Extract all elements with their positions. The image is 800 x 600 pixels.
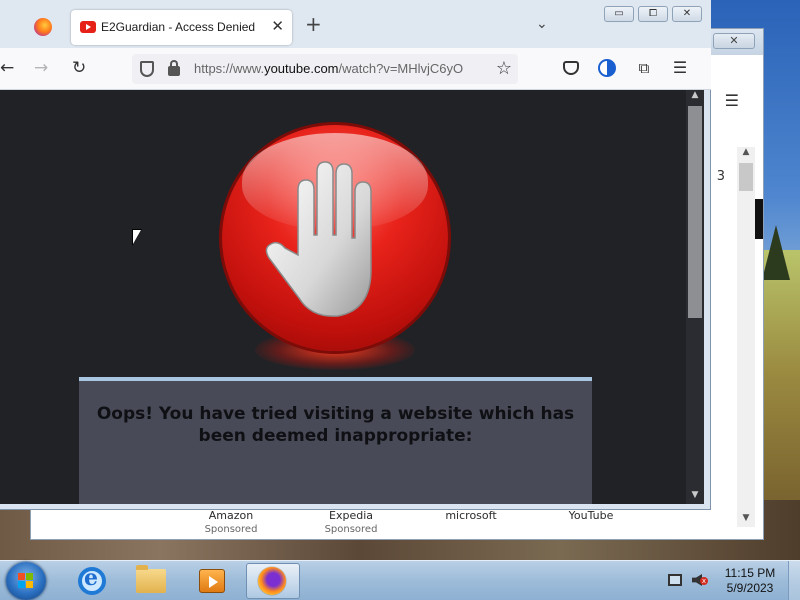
- lock-icon[interactable]: [168, 60, 180, 76]
- start-button[interactable]: [6, 562, 46, 600]
- mouse-cursor-icon: [133, 230, 141, 244]
- shortcut-sponsored: Sponsored: [324, 524, 378, 535]
- url-domain: youtube.com: [264, 61, 339, 76]
- extensions-puzzle-icon[interactable]: ⧉: [635, 59, 653, 77]
- shortcut-expedia[interactable]: Expedia Sponsored: [291, 509, 411, 537]
- contrast-extension-icon[interactable]: [598, 59, 616, 77]
- wallpaper-tree: [762, 225, 790, 280]
- background-menu-icon[interactable]: ☰: [725, 91, 739, 110]
- hamburger-menu-icon[interactable]: ☰: [671, 59, 689, 77]
- shortcut-microsoft[interactable]: microsoft: [411, 509, 531, 523]
- tab-access-denied[interactable]: E2Guardian - Access Denied ✕: [71, 10, 292, 45]
- clock-date: 5/9/2023: [726, 581, 774, 595]
- shortcut-youtube[interactable]: YouTube: [531, 509, 651, 523]
- shortcut-amazon[interactable]: Amazon Sponsored: [171, 509, 291, 537]
- shortcut-label: Amazon: [208, 509, 254, 522]
- shortcut-sponsored: Sponsored: [204, 524, 258, 535]
- shortcut-tiles: Amazon Sponsored Expedia Sponsored micro…: [171, 509, 631, 539]
- url-prefix: https://www.: [194, 61, 265, 76]
- stop-hand-icon: [265, 161, 372, 317]
- reload-button[interactable]: ↻: [72, 58, 86, 78]
- scroll-down-arrow-icon[interactable]: ▼: [686, 490, 704, 504]
- tracking-protection-shield-icon[interactable]: [140, 61, 154, 77]
- back-button[interactable]: ←: [0, 58, 14, 78]
- system-clock[interactable]: 11:15 PM 5/9/2023: [716, 566, 784, 596]
- url-text[interactable]: https://www.youtube.com/watch?v=MHlvjC6y…: [194, 61, 486, 76]
- forward-button[interactable]: →: [34, 58, 48, 78]
- background-scrollbar-thumb[interactable]: [739, 163, 753, 191]
- firefox-view-icon[interactable]: [34, 18, 52, 36]
- address-bar[interactable]: https://www.youtube.com/watch?v=MHlvjC6y…: [132, 54, 518, 84]
- window-controls: ▭ ⧠ ✕: [604, 6, 704, 24]
- page-scrollbar[interactable]: ▲ ▼: [686, 90, 704, 504]
- internet-explorer-icon[interactable]: [78, 565, 106, 595]
- windows-logo-icon: [18, 573, 34, 589]
- youtube-favicon-icon: [80, 21, 96, 33]
- network-icon[interactable]: [668, 574, 682, 586]
- tab-title: E2Guardian - Access Denied: [101, 20, 256, 34]
- pocket-icon[interactable]: [563, 61, 579, 75]
- navigation-toolbar: ← → ↻ https://www.youtube.com/watch?v=MH…: [0, 48, 711, 90]
- show-desktop-button[interactable]: [788, 561, 800, 600]
- url-path: /watch?v=MHlvjC6yO: [338, 61, 464, 76]
- background-scrollbar[interactable]: ▲ ▼: [737, 147, 755, 527]
- firefox-icon[interactable]: [258, 567, 286, 595]
- background-image-fragment: [755, 199, 763, 239]
- bookmark-star-icon[interactable]: ☆: [496, 58, 512, 79]
- windows-explorer-icon[interactable]: [136, 565, 166, 593]
- minimize-button[interactable]: ▭: [604, 6, 634, 22]
- tab-close-icon[interactable]: ✕: [271, 17, 284, 35]
- shortcut-label: YouTube: [568, 509, 614, 522]
- browser-window[interactable]: E2Guardian - Access Denied ✕ + ⌄ ▭ ⧠ ✕ ←…: [0, 0, 711, 510]
- maximize-button[interactable]: ⧠: [638, 6, 668, 22]
- tab-bar[interactable]: E2Guardian - Access Denied ✕ + ⌄ ▭ ⧠ ✕: [0, 0, 711, 48]
- scroll-up-arrow-icon[interactable]: ▲: [737, 147, 755, 161]
- scroll-down-arrow-icon[interactable]: ▼: [737, 513, 755, 527]
- scroll-up-arrow-icon[interactable]: ▲: [686, 90, 704, 104]
- scrollbar-thumb[interactable]: [688, 106, 702, 318]
- background-close-button[interactable]: ✕: [713, 33, 755, 49]
- taskbar: x 11:15 PM 5/9/2023: [0, 560, 800, 600]
- message-box: Oops! You have tried visiting a website …: [79, 377, 592, 504]
- shortcut-label: Expedia: [329, 509, 373, 522]
- blocked-page: Oops! You have tried visiting a website …: [0, 90, 686, 504]
- shortcut-label: microsoft: [445, 509, 497, 522]
- close-window-button[interactable]: ✕: [672, 6, 702, 22]
- tab-list-chevron-icon[interactable]: ⌄: [536, 16, 548, 32]
- muted-indicator-icon: x: [700, 577, 708, 585]
- new-tab-button[interactable]: +: [305, 14, 322, 34]
- clock-time: 11:15 PM: [724, 566, 776, 580]
- media-player-icon[interactable]: [199, 569, 225, 593]
- blocked-message: Oops! You have tried visiting a website …: [96, 404, 575, 446]
- background-text-fragment: 3: [716, 169, 725, 184]
